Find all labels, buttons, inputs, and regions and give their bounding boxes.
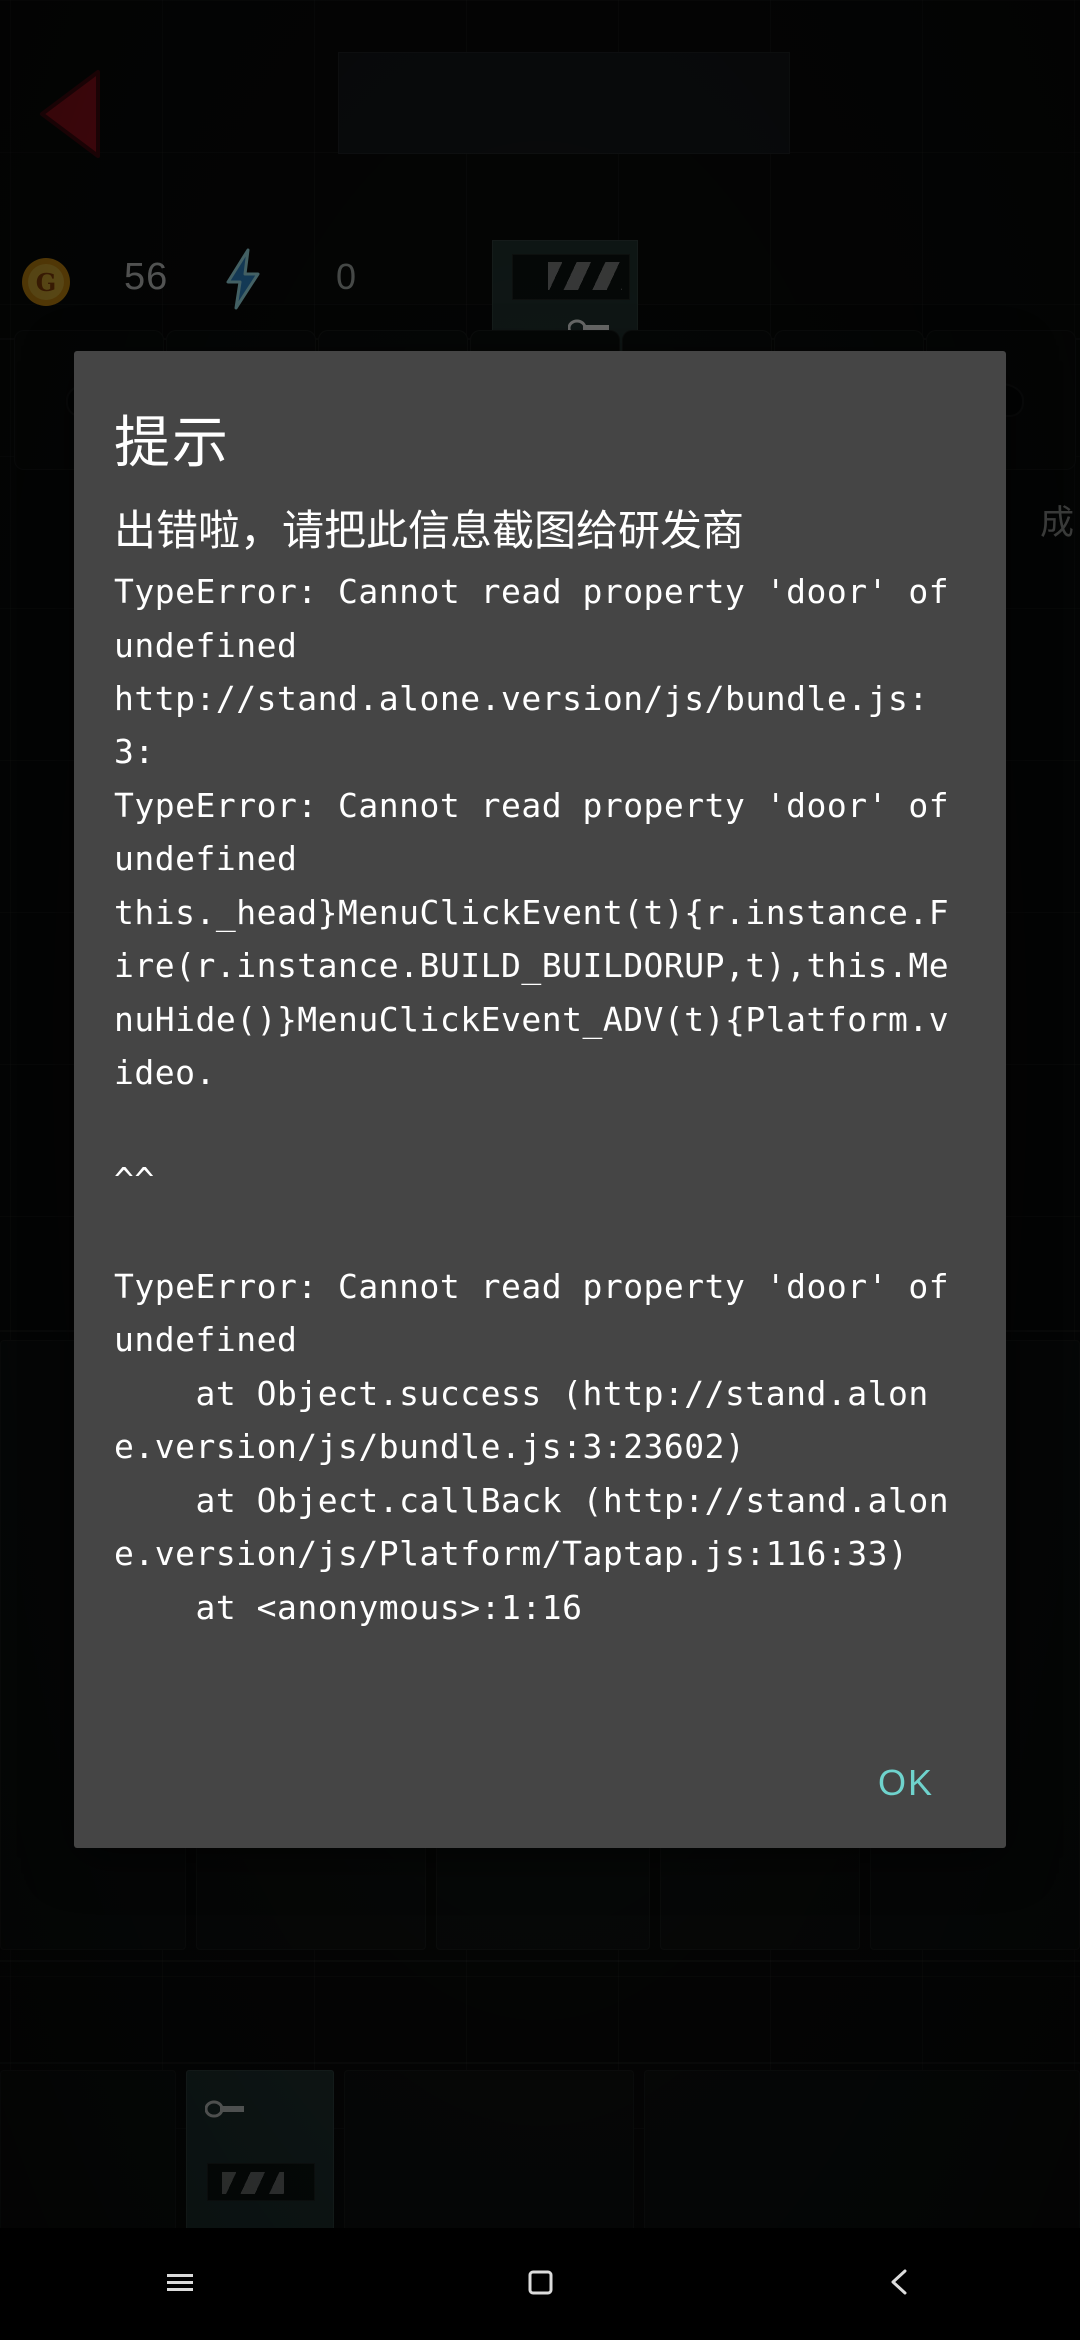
menu-hamburger-icon xyxy=(160,2262,200,2306)
phone-screen: G 56 0 成 提示 出错啦，请把此信息截图给研发商 TypeError: C… xyxy=(0,0,1080,2340)
dialog-message: 出错啦，请把此信息截图给研发商 xyxy=(114,505,745,555)
home-square-icon xyxy=(520,2262,560,2306)
ok-button[interactable]: OK xyxy=(864,1752,948,1814)
back-button[interactable] xyxy=(840,2228,960,2340)
recents-button[interactable] xyxy=(120,2228,240,2340)
android-nav-bar xyxy=(0,2228,1080,2340)
dialog-body: 出错啦，请把此信息截图给研发商 TypeError: Cannot read p… xyxy=(112,505,968,1718)
stack-trace-text: TypeError: Cannot read property 'door' o… xyxy=(114,572,950,1627)
error-dialog: 提示 出错啦，请把此信息截图给研发商 TypeError: Cannot rea… xyxy=(74,351,1006,1848)
dialog-title: 提示 xyxy=(114,411,230,476)
home-button[interactable] xyxy=(480,2228,600,2340)
dialog-actions: OK xyxy=(112,1718,968,1822)
back-chevron-icon xyxy=(880,2262,920,2306)
